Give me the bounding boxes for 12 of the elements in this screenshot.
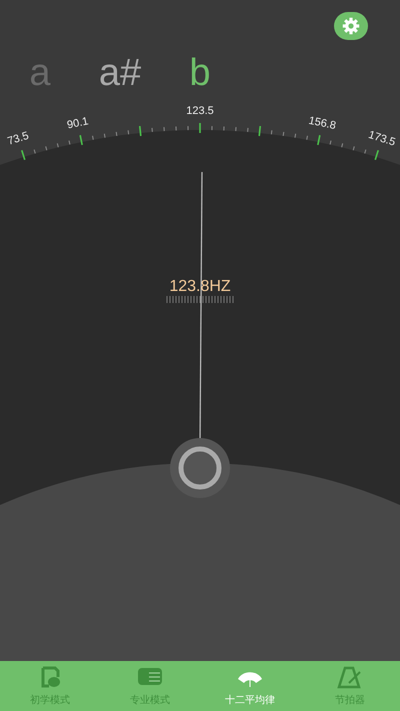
- scale-label: 90.1: [66, 115, 90, 132]
- fine-ruler: [166, 296, 234, 304]
- scale-label: 123.5: [186, 105, 214, 117]
- scale-label: 173.5: [366, 128, 397, 149]
- needle-pivot: [170, 438, 230, 498]
- nav-tab[interactable]: 十二平均律: [200, 661, 300, 711]
- note-label: b: [189, 54, 211, 92]
- scale-label: 73.5: [6, 130, 30, 148]
- settings-icon: [342, 17, 360, 35]
- scale-label: 156.8: [308, 114, 337, 132]
- settings-button[interactable]: [334, 12, 368, 40]
- note-label: a#: [98, 54, 142, 92]
